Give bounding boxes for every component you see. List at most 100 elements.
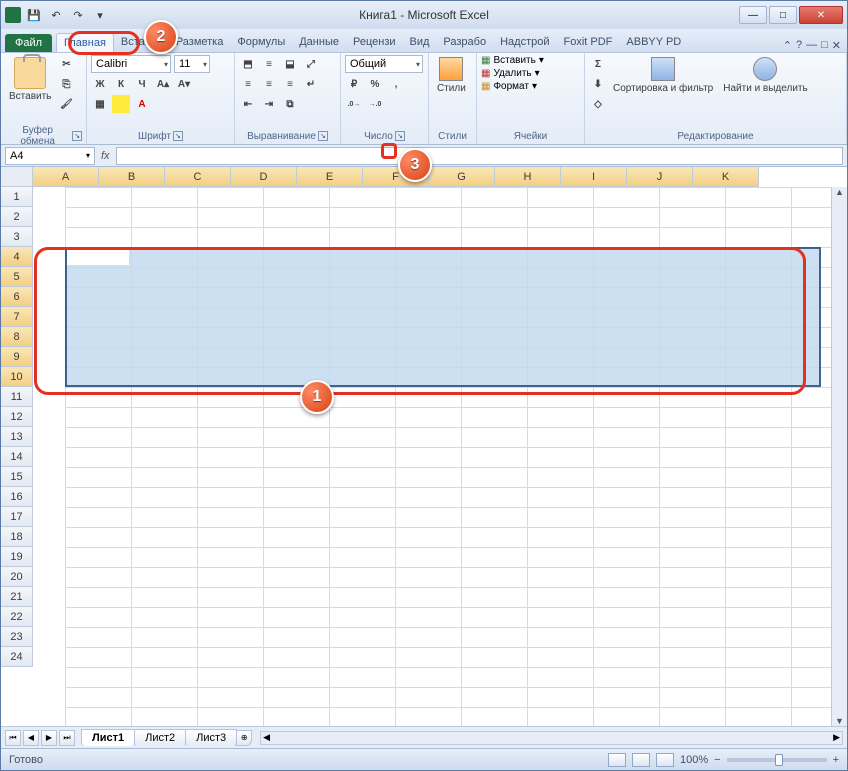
tab-надстрой[interactable]: Надстрой — [493, 33, 556, 52]
bold-button[interactable]: Ж — [91, 75, 109, 93]
tab-разрабо[interactable]: Разрабо — [436, 33, 493, 52]
cut-button[interactable]: ✂ — [57, 55, 75, 73]
row-header-1[interactable]: 1 — [1, 187, 33, 207]
close-button[interactable]: ✕ — [799, 6, 843, 24]
fx-icon[interactable]: fx — [101, 150, 110, 162]
tab-вид[interactable]: Вид — [403, 33, 437, 52]
row-header-7[interactable]: 7 — [1, 307, 33, 327]
autosum-button[interactable]: Σ — [589, 55, 607, 73]
doc-max-icon[interactable]: □ — [821, 39, 828, 52]
tab-разметка[interactable]: Разметка — [169, 33, 231, 52]
sheet-nav-first[interactable]: ⏮ — [5, 730, 21, 746]
grow-font-button[interactable]: A▴ — [154, 75, 172, 93]
decrease-decimal-button[interactable]: →.0 — [366, 95, 384, 113]
number-format-combo[interactable]: Общий — [345, 55, 423, 73]
column-header-B[interactable]: B — [99, 167, 165, 187]
copy-button[interactable]: ⎘ — [57, 75, 75, 93]
paste-button[interactable]: Вставить — [5, 55, 55, 104]
row-header-11[interactable]: 11 — [1, 387, 33, 407]
column-header-I[interactable]: I — [561, 167, 627, 187]
horizontal-scrollbar[interactable]: ◀▶ — [260, 731, 843, 745]
sheet-tab-Лист2[interactable]: Лист2 — [134, 729, 186, 746]
row-header-9[interactable]: 9 — [1, 347, 33, 367]
decrease-indent-button[interactable]: ⇤ — [239, 95, 257, 113]
format-cells-button[interactable]: ▦ Формат ▾ — [481, 81, 537, 92]
align-top-button[interactable]: ⬒ — [239, 55, 257, 73]
select-all-corner[interactable] — [1, 167, 33, 187]
help-icon[interactable]: ? — [796, 39, 802, 52]
vertical-scrollbar[interactable]: ▲▼ — [831, 187, 847, 726]
minimize-button[interactable]: — — [739, 6, 767, 24]
comma-button[interactable]: , — [387, 75, 405, 93]
tab-рецензи[interactable]: Рецензи — [346, 33, 403, 52]
ribbon-minimize-icon[interactable]: ⌃ — [783, 39, 792, 52]
row-header-4[interactable]: 4 — [1, 247, 33, 267]
row-header-13[interactable]: 13 — [1, 427, 33, 447]
row-header-2[interactable]: 2 — [1, 207, 33, 227]
tab-данные[interactable]: Данные — [292, 33, 346, 52]
currency-button[interactable]: ₽ — [345, 75, 363, 93]
merge-button[interactable]: ⧉ — [281, 95, 299, 113]
row-header-24[interactable]: 24 — [1, 647, 33, 667]
normal-view-button[interactable] — [608, 753, 626, 767]
align-bottom-button[interactable]: ⬓ — [281, 55, 299, 73]
tab-главная[interactable]: Главная — [56, 33, 114, 52]
column-header-A[interactable]: A — [33, 167, 99, 187]
undo-button[interactable]: ↶ — [47, 6, 65, 24]
row-header-5[interactable]: 5 — [1, 267, 33, 287]
tab-foxit pdf[interactable]: Foxit PDF — [557, 33, 620, 52]
delete-cells-button[interactable]: ▦ Удалить ▾ — [481, 68, 540, 79]
zoom-in-button[interactable]: + — [833, 754, 839, 766]
qat-more[interactable]: ▾ — [91, 6, 109, 24]
row-header-22[interactable]: 22 — [1, 607, 33, 627]
font-color-button[interactable]: A — [133, 95, 151, 113]
sheet-nav-next[interactable]: ▶ — [41, 730, 57, 746]
wrap-text-button[interactable]: ↵ — [302, 75, 320, 93]
zoom-slider[interactable] — [727, 758, 827, 762]
fill-button[interactable]: ⬇ — [589, 75, 607, 93]
clear-button[interactable]: ◇ — [589, 95, 607, 113]
underline-button[interactable]: Ч — [133, 75, 151, 93]
column-header-H[interactable]: H — [495, 167, 561, 187]
format-painter-button[interactable]: 🖌 — [57, 95, 75, 113]
font-launcher[interactable]: ↘ — [173, 131, 183, 141]
font-size-combo[interactable]: 11 — [174, 55, 210, 73]
number-launcher[interactable]: ↘ — [395, 131, 405, 141]
row-header-10[interactable]: 10 — [1, 367, 33, 387]
sheet-nav-prev[interactable]: ◀ — [23, 730, 39, 746]
cell-grid[interactable] — [65, 187, 831, 726]
clipboard-launcher[interactable]: ↘ — [72, 131, 82, 141]
row-header-21[interactable]: 21 — [1, 587, 33, 607]
insert-cells-button[interactable]: ▦ Вставить ▾ — [481, 55, 544, 66]
align-center-button[interactable]: ≡ — [260, 75, 278, 93]
row-header-6[interactable]: 6 — [1, 287, 33, 307]
row-header-17[interactable]: 17 — [1, 507, 33, 527]
name-box[interactable]: A4▾ — [5, 147, 95, 165]
increase-indent-button[interactable]: ⇥ — [260, 95, 278, 113]
align-right-button[interactable]: ≡ — [281, 75, 299, 93]
row-header-20[interactable]: 20 — [1, 567, 33, 587]
tab-формулы[interactable]: Формулы — [230, 33, 292, 52]
row-header-8[interactable]: 8 — [1, 327, 33, 347]
column-header-K[interactable]: K — [693, 167, 759, 187]
styles-button[interactable]: Стили — [433, 55, 470, 96]
row-header-23[interactable]: 23 — [1, 627, 33, 647]
maximize-button[interactable]: □ — [769, 6, 797, 24]
column-header-C[interactable]: C — [165, 167, 231, 187]
shrink-font-button[interactable]: A▾ — [175, 75, 193, 93]
column-header-D[interactable]: D — [231, 167, 297, 187]
orientation-button[interactable]: ⤢ — [302, 55, 320, 73]
doc-close-icon[interactable]: ✕ — [832, 39, 841, 52]
find-select-button[interactable]: Найти и выделить — [719, 55, 811, 96]
column-header-J[interactable]: J — [627, 167, 693, 187]
save-button[interactable]: 💾 — [25, 6, 43, 24]
row-header-18[interactable]: 18 — [1, 527, 33, 547]
fill-color-button[interactable] — [112, 95, 130, 113]
sheet-tab-Лист3[interactable]: Лист3 — [185, 729, 237, 746]
page-break-view-button[interactable] — [656, 753, 674, 767]
percent-button[interactable]: % — [366, 75, 384, 93]
sheet-nav-last[interactable]: ⏭ — [59, 730, 75, 746]
app-icon[interactable] — [5, 7, 21, 23]
page-layout-view-button[interactable] — [632, 753, 650, 767]
column-header-E[interactable]: E — [297, 167, 363, 187]
